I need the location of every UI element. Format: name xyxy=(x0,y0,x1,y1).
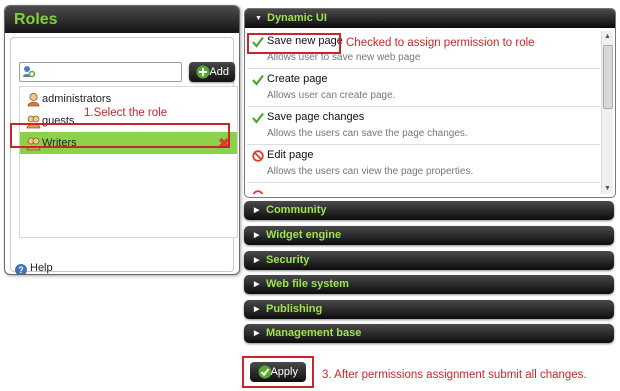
permission-next-partial xyxy=(247,182,600,194)
section-header-security[interactable]: ▶ Security xyxy=(244,251,614,270)
roles-body: Add administrators guests Writers ✖ xyxy=(10,37,238,272)
section-label: Security xyxy=(266,254,310,266)
section-label: Widget engine xyxy=(266,229,342,241)
deny-icon xyxy=(252,190,264,194)
help-label: Help xyxy=(30,262,53,274)
permission-description: Allows the users can view the page prope… xyxy=(267,166,474,177)
scroll-thumb[interactable] xyxy=(603,45,613,109)
expand-arrow-icon: ▶ xyxy=(254,281,260,288)
user-search-icon xyxy=(23,66,36,78)
scroll-up-icon[interactable]: ▲ xyxy=(604,33,611,40)
highlight-save-new-page xyxy=(247,33,341,54)
permission-create-page[interactable]: Create page Allows user can create page. xyxy=(247,68,600,107)
help-link[interactable]: ? Help xyxy=(15,262,53,274)
section-label: Community xyxy=(266,204,327,216)
annotation-after: 3. After permissions assignment submit a… xyxy=(322,369,587,381)
highlight-apply xyxy=(242,356,314,388)
permission-description: Allows the users can save the page chang… xyxy=(267,128,468,139)
section-header-management-base[interactable]: ▶ Management base xyxy=(244,324,614,343)
scroll-down-icon[interactable]: ▼ xyxy=(604,185,611,192)
check-icon xyxy=(252,74,264,86)
permission-title: Create page xyxy=(267,73,328,85)
section-label: Management base xyxy=(266,327,362,339)
section-label: Dynamic UI xyxy=(267,12,327,24)
permission-title: Save page changes xyxy=(267,111,365,123)
collapse-arrow-icon: ▼ xyxy=(255,15,262,22)
plus-icon xyxy=(196,65,210,79)
annotation-checked: Checked to assign permission to role xyxy=(346,37,535,49)
section-header-widget-engine[interactable]: ▶ Widget engine xyxy=(244,226,614,245)
permission-save-page-changes[interactable]: Save page changes Allows the users can s… xyxy=(247,106,600,145)
add-button-label: Add xyxy=(209,66,229,78)
expand-arrow-icon: ▶ xyxy=(254,257,260,264)
check-icon xyxy=(252,112,264,124)
expand-arrow-icon: ▶ xyxy=(254,207,260,214)
highlight-selected-role xyxy=(10,123,230,148)
annotation-select-role: 1.Select the role xyxy=(84,107,168,119)
permission-edit-page[interactable]: Edit page Allows the users can view the … xyxy=(247,144,600,183)
expand-arrow-icon: ▶ xyxy=(254,330,260,337)
role-search-box[interactable] xyxy=(19,62,182,82)
section-header-publishing[interactable]: ▶ Publishing xyxy=(244,300,614,319)
section-header-dynamic-ui[interactable]: ▼ Dynamic UI xyxy=(245,9,615,28)
role-label: administrators xyxy=(42,93,112,105)
permission-title: Edit page xyxy=(267,149,314,161)
add-role-button[interactable]: Add xyxy=(189,62,235,82)
deny-icon xyxy=(252,150,264,162)
admin-user-icon xyxy=(27,93,40,107)
role-search-input[interactable] xyxy=(40,64,180,80)
expand-arrow-icon: ▶ xyxy=(254,232,260,239)
expand-arrow-icon: ▶ xyxy=(254,306,260,313)
permission-scrollbar[interactable]: ▲ ▼ xyxy=(601,31,613,194)
help-icon: ? xyxy=(15,264,27,274)
section-header-community[interactable]: ▶ Community xyxy=(244,201,614,220)
permission-list: Save new page Allows user to save new we… xyxy=(247,30,600,194)
section-label: Web file system xyxy=(266,278,349,290)
roles-title: Roles xyxy=(5,6,239,33)
permission-description: Allows user can create page. xyxy=(267,90,396,101)
section-header-web-file-system[interactable]: ▶ Web file system xyxy=(244,275,614,294)
section-label: Publishing xyxy=(266,303,323,315)
